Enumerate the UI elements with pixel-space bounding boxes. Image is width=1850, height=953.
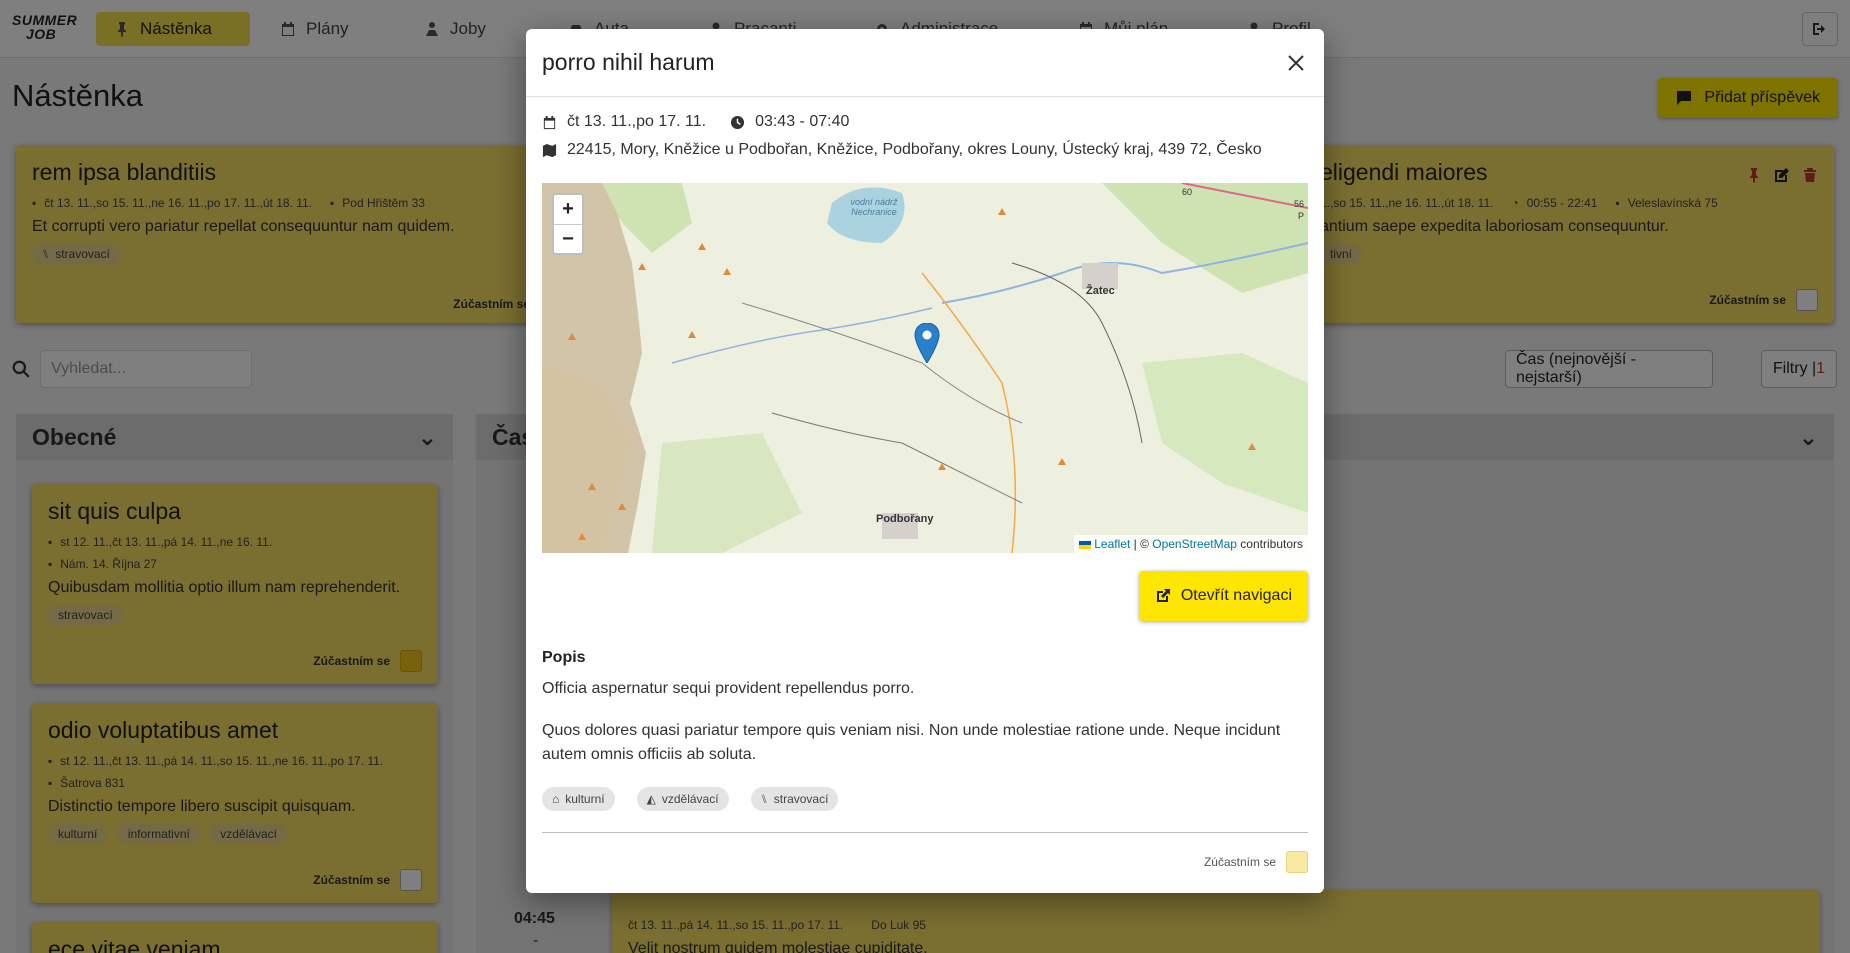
open-navigation-label: Otevřít navigaci <box>1180 587 1292 604</box>
modal-tags: ⌂ kulturní ◭ vzdělávací ⑊ stravovací <box>542 787 844 811</box>
map-label-road-60: 60 <box>1182 187 1193 197</box>
map-label-podborany: Podbořany <box>876 513 934 525</box>
modal-body: čt 13. 11.,po 17. 11. 03:43 - 07:40 2241… <box>526 97 1324 569</box>
location-map[interactable]: vodní nádrž Nechranice Žatec Podbořany 6… <box>542 183 1308 553</box>
map-label-edge: P <box>1298 211 1305 221</box>
modal-date-time: čt 13. 11.,po 17. 11. 03:43 - 07:40 <box>542 113 1308 131</box>
modal-address: 22415, Mory, Kněžice u Podbořan, Kněžice… <box>567 141 1262 158</box>
tag-label: vzdělávací <box>661 792 719 806</box>
museum-icon: ⌂ <box>552 792 560 806</box>
modal-address-line: 22415, Mory, Kněžice u Podbořan, Kněžice… <box>542 141 1308 159</box>
participate-label: Zúčastním se <box>1203 855 1276 869</box>
tag-chip: ⌂ kulturní <box>542 787 615 811</box>
map-label-road-56: 56 <box>1294 199 1305 209</box>
zoom-out-button[interactable]: − <box>554 224 582 253</box>
map-icon <box>542 143 557 157</box>
leaflet-link[interactable]: Leaflet <box>1094 537 1130 551</box>
close-button[interactable] <box>1284 51 1308 75</box>
close-icon <box>1288 54 1304 71</box>
open-navigation-button[interactable]: Otevřít navigaci <box>1138 571 1308 621</box>
location-marker-icon[interactable] <box>914 323 940 363</box>
map-label-lake: vodní nádrž Nechranice <box>850 197 898 217</box>
participate-checkbox[interactable] <box>1286 851 1308 873</box>
tag-chip: ⑊ stravovací <box>750 787 839 811</box>
modal-participate-control: Zúčastním se <box>1204 851 1308 873</box>
map-zoom-control: + − <box>552 193 584 255</box>
calendar-icon <box>543 115 556 129</box>
modal-time: 03:43 - 07:40 <box>755 113 850 130</box>
modal-title: porro nihil harum <box>542 49 715 75</box>
osm-link[interactable]: OpenStreetMap <box>1152 537 1237 551</box>
tag-chip: ◭ vzdělávací <box>636 787 729 811</box>
tag-label: stravovací <box>773 792 829 806</box>
description-paragraph: Quos dolores quasi pariatur tempore quis… <box>542 722 1281 763</box>
map-attribution: Leaflet | © OpenStreetMap contributors <box>1073 535 1308 553</box>
modal-header: porro nihil harum <box>526 29 1324 97</box>
clock-icon <box>731 115 745 129</box>
ukraine-flag-icon <box>1078 540 1091 549</box>
map-tiles[interactable] <box>542 183 1308 553</box>
attribution-tail: contributors <box>1236 537 1303 551</box>
modal-divider <box>542 832 1308 833</box>
zoom-in-button[interactable]: + <box>554 195 582 224</box>
map-label-zatec: Žatec <box>1086 285 1115 297</box>
graduation-cap-icon: ◭ <box>646 792 656 806</box>
modal-dates: čt 13. 11.,po 17. 11. <box>567 113 707 130</box>
utensils-icon: ⑊ <box>760 792 768 806</box>
description-paragraph: Officia aspernatur sequi provident repel… <box>542 680 915 697</box>
description-heading: Popis <box>542 649 586 666</box>
external-link-icon <box>1156 589 1170 602</box>
post-detail-modal: porro nihil harum čt 13. 11.,po 17. 11. … <box>526 29 1324 893</box>
tag-label: kulturní <box>565 792 605 806</box>
attribution-separator: | © <box>1130 537 1153 551</box>
